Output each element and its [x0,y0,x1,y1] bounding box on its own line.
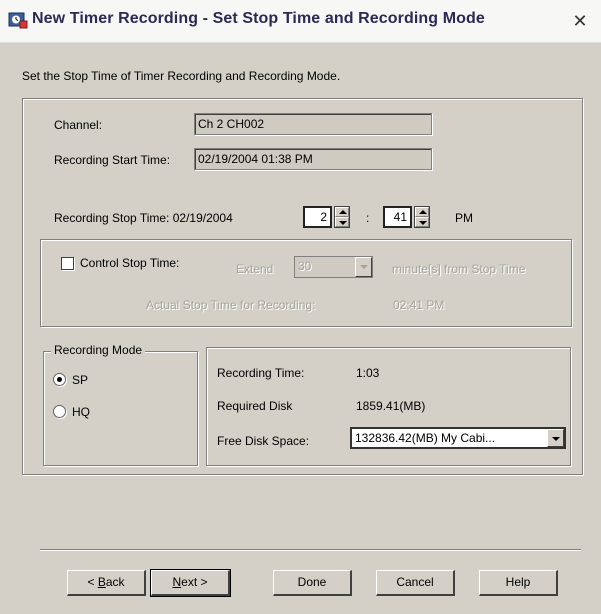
minute-down-arrow-icon[interactable] [415,217,429,227]
extend-suffix: minute[s] from Stop Time [392,262,526,276]
hq-radio[interactable] [53,405,66,418]
extend-value: 30 [298,259,312,273]
channel-field: Ch 2 CH002 [194,113,432,135]
stop-hour-input[interactable]: 2 [303,206,332,228]
stop-time-label: Recording Stop Time: 02/19/2004 [54,211,233,225]
ampm-label: PM [455,211,473,225]
timer-recording-app-icon [8,12,28,29]
free-space-select[interactable]: 132836.42(MB) My Cabi... [350,427,566,449]
hour-down-arrow-icon[interactable] [335,217,349,227]
instructions-text: Set the Stop Time of Timer Recording and… [22,69,341,83]
required-disk-value: 1859.41(MB) [356,399,426,413]
extend-label: Extend [236,262,274,276]
free-space-value: 132836.42(MB) My Cabi... [355,431,496,445]
free-space-label: Free Disk Space: [217,434,310,448]
sp-radio[interactable] [53,373,66,386]
start-time-label: Recording Start Time: [54,153,171,167]
actual-stop-label: Actual Stop Time for Recording: [146,298,316,312]
window-title: New Timer Recording - Set Stop Time and … [32,10,485,27]
hq-label[interactable]: HQ [72,405,90,419]
control-stop-label: Control Stop Time: [80,256,180,270]
help-button[interactable]: Help [479,570,558,596]
close-icon[interactable]: ✕ [566,7,594,35]
next-button[interactable]: Next > [150,569,231,597]
extend-select: 30 [294,256,373,278]
back-rest: ack [105,575,125,589]
sp-label[interactable]: SP [72,373,88,387]
time-separator: : [366,211,370,225]
control-stop-checkbox[interactable] [61,257,74,270]
button-separator [40,549,581,551]
minute-spin-icon[interactable] [414,206,430,228]
actual-stop-value: 02:41 PM [393,298,445,312]
cancel-button[interactable]: Cancel [376,570,455,596]
chevron-down-icon[interactable] [547,429,564,447]
recording-time-value: 1:03 [356,366,380,380]
recording-time-label: Recording Time: [217,366,305,380]
start-time-field: 02/19/2004 01:38 PM [194,148,432,170]
done-button[interactable]: Done [273,570,352,596]
recording-mode-group [43,351,198,466]
back-mnemonic: B [97,575,106,589]
minute-up-arrow-icon[interactable] [415,207,429,217]
required-disk-label: Required Disk [217,399,293,413]
back-button[interactable]: < Back [67,570,146,596]
title-bar: New Timer Recording - Set Stop Time and … [0,0,601,43]
control-stop-group [40,239,572,327]
hour-spin-icon[interactable] [334,206,350,228]
stop-minute-input[interactable]: 41 [383,206,412,228]
extend-chevron-down-icon [355,257,372,277]
channel-label: Channel: [54,118,103,132]
next-mnemonic: N [172,575,182,589]
back-prefix: < [87,575,98,589]
next-rest: ext > [181,575,208,589]
recording-mode-title: Recording Mode [51,343,146,357]
hour-up-arrow-icon[interactable] [335,207,349,217]
